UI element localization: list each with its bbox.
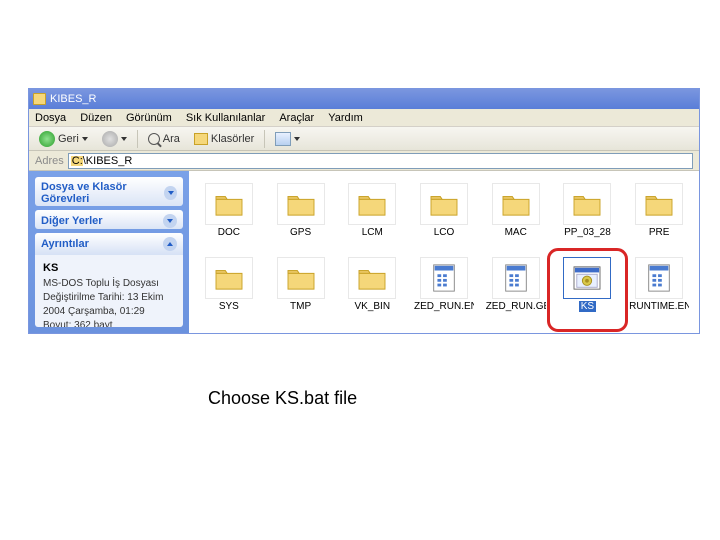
folder-icon bbox=[194, 133, 208, 145]
menu-file[interactable]: Dosya bbox=[35, 112, 66, 124]
chevron-up-icon[interactable] bbox=[163, 237, 177, 251]
tasks-title: Dosya ve Klasör Görevleri bbox=[41, 181, 164, 205]
file-item-ks[interactable]: KS bbox=[552, 253, 624, 327]
file-label: PRE bbox=[649, 227, 670, 238]
file-label: SYS bbox=[219, 301, 239, 312]
cfg-icon bbox=[635, 257, 683, 299]
menu-favorites[interactable]: Sık Kullanılanlar bbox=[186, 112, 266, 124]
chevron-down-icon[interactable] bbox=[164, 186, 177, 200]
details-title: Ayrıntılar bbox=[41, 238, 89, 250]
file-item-mac[interactable]: MAC bbox=[480, 179, 552, 253]
file-label: GPS bbox=[290, 227, 311, 238]
file-label: ZED_RUN.ENG bbox=[414, 301, 474, 312]
file-label: LCM bbox=[362, 227, 383, 238]
file-item-zed-run-ger[interactable]: ZED_RUN.GER bbox=[480, 253, 552, 327]
folder-icon bbox=[635, 183, 683, 225]
file-label: DOC bbox=[218, 227, 240, 238]
file-item-pre[interactable]: PRE bbox=[623, 179, 695, 253]
toolbar: Geri Ara Klasörler bbox=[29, 127, 699, 151]
folder-icon bbox=[348, 257, 396, 299]
file-item-tmp[interactable]: TMP bbox=[265, 253, 337, 327]
bat-icon bbox=[563, 257, 611, 299]
menubar: Dosya Düzen Görünüm Sık Kullanılanlar Ar… bbox=[29, 109, 699, 127]
back-icon bbox=[39, 131, 55, 147]
address-input[interactable] bbox=[68, 153, 693, 169]
instruction-caption: Choose KS.bat file bbox=[208, 388, 357, 409]
folder-icon bbox=[348, 183, 396, 225]
folder-icon bbox=[33, 93, 46, 105]
places-title: Diğer Yerler bbox=[41, 215, 103, 227]
places-panel[interactable]: Diğer Yerler bbox=[35, 210, 183, 230]
search-button[interactable]: Ara bbox=[144, 131, 184, 147]
forward-icon bbox=[102, 131, 118, 147]
separator bbox=[137, 130, 138, 148]
file-label: VK_BIN bbox=[354, 301, 390, 312]
file-item-sys[interactable]: SYS bbox=[193, 253, 265, 327]
details-panel: Ayrıntılar KS MS-DOS Toplu İş Dosyası De… bbox=[35, 233, 183, 327]
folders-label: Klasörler bbox=[211, 133, 254, 145]
folder-icon bbox=[492, 183, 540, 225]
views-button[interactable] bbox=[271, 130, 304, 148]
file-item-lcm[interactable]: LCM bbox=[336, 179, 408, 253]
cfg-icon bbox=[492, 257, 540, 299]
file-label: KS bbox=[579, 301, 596, 312]
details-filename: KS bbox=[43, 261, 175, 276]
forward-button[interactable] bbox=[98, 129, 131, 149]
search-icon bbox=[148, 133, 160, 145]
menu-tools[interactable]: Araçlar bbox=[279, 112, 314, 124]
file-item-zed-run-eng[interactable]: ZED_RUN.ENG bbox=[408, 253, 480, 327]
folder-icon bbox=[205, 257, 253, 299]
folder-icon bbox=[563, 183, 611, 225]
chevron-down-icon bbox=[294, 137, 300, 141]
file-grid: DOC GPS LCM LCO MAC PP_03_28 PRE SYS TMP VK_BIN ZE… bbox=[189, 171, 699, 333]
file-label: MAC bbox=[505, 227, 527, 238]
folder-icon bbox=[420, 183, 468, 225]
file-label: RUNTIME.ENG bbox=[629, 301, 689, 312]
separator bbox=[264, 130, 265, 148]
file-item-gps[interactable]: GPS bbox=[265, 179, 337, 253]
details-size-label: Boyut: bbox=[43, 320, 71, 328]
chevron-down-icon bbox=[121, 137, 127, 141]
back-label: Geri bbox=[58, 133, 79, 145]
chevron-down-icon bbox=[82, 137, 88, 141]
file-item-pp-03-28[interactable]: PP_03_28 bbox=[552, 179, 624, 253]
file-item-doc[interactable]: DOC bbox=[193, 179, 265, 253]
file-item-vk-bin[interactable]: VK_BIN bbox=[336, 253, 408, 327]
file-item-lco[interactable]: LCO bbox=[408, 179, 480, 253]
file-label: PP_03_28 bbox=[564, 227, 611, 238]
folder-icon bbox=[277, 257, 325, 299]
details-body: KS MS-DOS Toplu İş Dosyası Değiştirilme … bbox=[35, 255, 183, 327]
address-label: Adres bbox=[35, 155, 64, 167]
window-title: KIBES_R bbox=[50, 93, 96, 105]
folders-button[interactable]: Klasörler bbox=[190, 131, 258, 147]
file-label: TMP bbox=[290, 301, 311, 312]
menu-edit[interactable]: Düzen bbox=[80, 112, 112, 124]
sidebar: Dosya ve Klasör Görevleri Diğer Yerler A… bbox=[29, 171, 189, 333]
file-item-runtime-eng[interactable]: RUNTIME.ENG bbox=[623, 253, 695, 327]
cfg-icon bbox=[420, 257, 468, 299]
explorer-window: KIBES_R Dosya Düzen Görünüm Sık Kullanıl… bbox=[28, 88, 700, 334]
file-label: ZED_RUN.GER bbox=[486, 301, 546, 312]
address-bar: Adres bbox=[29, 151, 699, 171]
file-label: LCO bbox=[434, 227, 455, 238]
tasks-panel[interactable]: Dosya ve Klasör Görevleri bbox=[35, 177, 183, 206]
views-icon bbox=[275, 132, 291, 146]
search-label: Ara bbox=[163, 133, 180, 145]
content-area: Dosya ve Klasör Görevleri Diğer Yerler A… bbox=[29, 171, 699, 333]
folder-icon bbox=[277, 183, 325, 225]
menu-view[interactable]: Görünüm bbox=[126, 112, 172, 124]
menu-help[interactable]: Yardım bbox=[328, 112, 363, 124]
details-size: 362 bayt bbox=[74, 320, 112, 328]
chevron-down-icon[interactable] bbox=[163, 214, 177, 228]
details-modified-label: Değiştirilme Tarihi: bbox=[43, 292, 125, 303]
details-filetype: MS-DOS Toplu İş Dosyası bbox=[43, 277, 175, 291]
folder-icon bbox=[205, 183, 253, 225]
back-button[interactable]: Geri bbox=[35, 129, 92, 149]
titlebar[interactable]: KIBES_R bbox=[29, 89, 699, 109]
